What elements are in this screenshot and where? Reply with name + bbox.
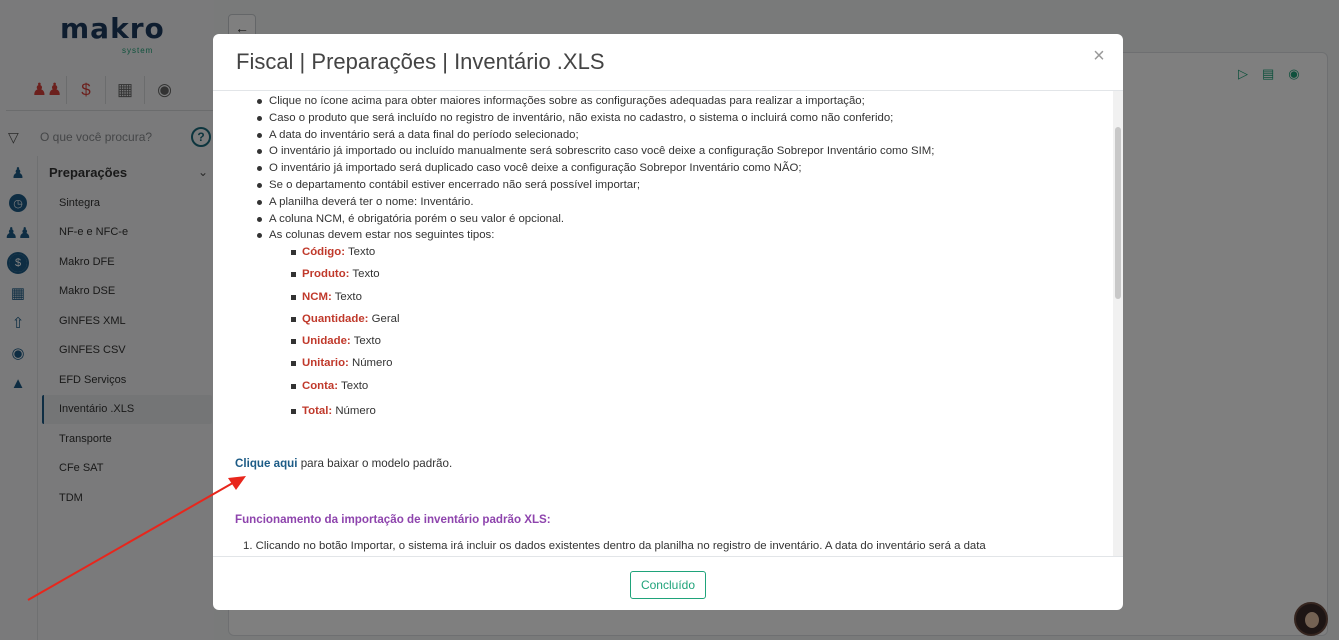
column-name: Produto: [302, 268, 350, 281]
column-type-item: Conta: Texto [291, 375, 602, 397]
list-item: A planilha deverá ter o nome: Inventário… [257, 194, 1109, 211]
column-name: Unitario: [302, 357, 349, 370]
column-type-item: Total: Número [291, 400, 602, 422]
column-type: Texto [347, 246, 376, 258]
column-type-item: Unitario: Número [291, 352, 602, 374]
download-model-text: para baixar o modelo padrão. [300, 457, 453, 470]
modal-body[interactable]: Clique no ícone acima para obter maiores… [213, 91, 1113, 556]
list-item: A coluna NCM, é obrigatória porém o seu … [257, 211, 1109, 228]
modal-title: Fiscal | Preparações | Inventário .XLS [236, 49, 605, 74]
column-name: Quantidade: [302, 312, 369, 325]
column-type-item: Unidade: Texto [291, 330, 602, 352]
column-type: Texto [341, 379, 369, 392]
concluido-button[interactable]: Concluído [630, 571, 706, 599]
list-item: Clique no ícone acima para obter maiores… [257, 93, 1109, 110]
column-name: Unidade: [302, 335, 351, 348]
list-item: O inventário já importado será duplicado… [257, 160, 1109, 177]
list-item: O inventário já importado ou incluído ma… [257, 143, 1109, 160]
column-name: Conta: [302, 379, 339, 392]
list-item: Caso o produto que será incluído no regi… [257, 110, 1109, 127]
column-name: Total: [302, 405, 333, 418]
column-type-item: Quantidade: Geral [291, 308, 602, 330]
info-modal: Fiscal | Preparações | Inventário .XLS ×… [213, 34, 1123, 610]
modal-scrollbar[interactable] [1113, 91, 1123, 556]
column-type: Texto [352, 268, 380, 281]
column-type: Número [335, 405, 376, 418]
section-title: Funcionamento da importação de inventári… [235, 513, 551, 526]
close-icon[interactable]: × [1089, 46, 1109, 66]
column-type-item: NCM: Texto [291, 286, 602, 308]
modal-footer-divider [213, 556, 1123, 557]
column-types-list: Código: Texto Produto: Texto NCM: Texto … [291, 241, 602, 422]
column-name: Código: [302, 246, 346, 258]
column-type: Texto [334, 290, 362, 303]
ordered-list-item: 1. Clicando no botão Importar, o sistema… [243, 540, 986, 552]
scrollbar-thumb[interactable] [1115, 127, 1121, 299]
column-name: NCM: [302, 290, 332, 303]
download-model-link[interactable]: Clique aqui [235, 457, 297, 470]
list-item: Se o departamento contábil estiver encer… [257, 177, 1109, 194]
instructions-list: Clique no ícone acima para obter maiores… [257, 93, 1109, 244]
column-type-item: Produto: Texto [291, 263, 602, 285]
list-item: A data do inventário será a data final d… [257, 127, 1109, 144]
column-type-item: Código: Texto [291, 241, 602, 263]
column-type: Geral [371, 312, 400, 325]
column-type: Número [352, 357, 393, 370]
download-model-row: Clique aqui para baixar o modelo padrão. [235, 457, 452, 470]
column-type: Texto [353, 335, 381, 348]
